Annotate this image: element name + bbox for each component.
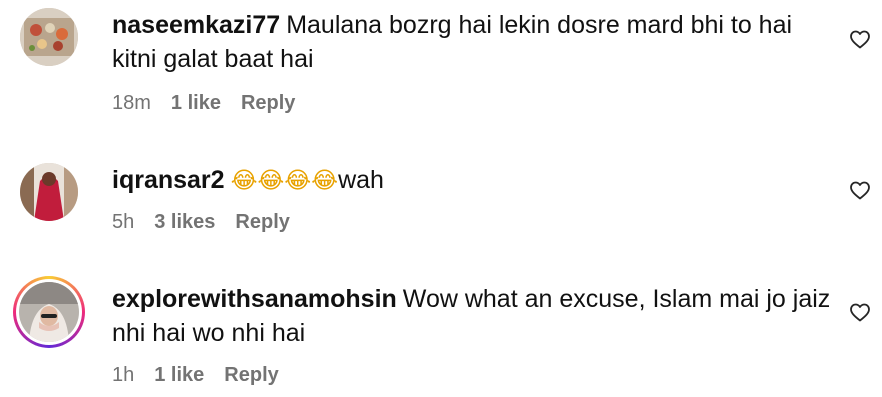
comment-username[interactable]: explorewithsanamohsin (112, 285, 397, 313)
comment-meta: 1h 1 like Reply (112, 364, 299, 387)
comment-meta: 5h 3 likes Reply (112, 211, 310, 234)
avatar-story-ring[interactable] (13, 276, 85, 348)
likes-count[interactable]: 1 like (171, 92, 221, 114)
reply-button[interactable]: Reply (224, 364, 278, 386)
comment-body: wah (338, 166, 384, 194)
comment-text: explorewithsanamohsin Wow what an excuse,… (112, 282, 832, 350)
comment-time: 1h (112, 364, 135, 386)
avatar[interactable] (20, 8, 78, 66)
heart-outline-icon[interactable] (848, 178, 872, 202)
heart-outline-icon[interactable] (848, 300, 872, 324)
laughing-emoji: 😂😂😂😂 (230, 168, 339, 194)
avatar[interactable] (20, 163, 78, 221)
reply-button[interactable]: Reply (235, 211, 289, 233)
likes-count[interactable]: 1 like (154, 364, 204, 386)
avatar (19, 282, 79, 342)
comment-time: 18m (112, 92, 151, 114)
comment-username[interactable]: iqransar2 (112, 166, 225, 194)
reply-button[interactable]: Reply (241, 92, 295, 114)
comment-time: 5h (112, 211, 135, 233)
comment-meta: 18m 1 like Reply (112, 92, 315, 115)
comment-text: iqransar2 😂😂😂😂wah (112, 163, 832, 198)
comment-username[interactable]: naseemkazi77 (112, 11, 280, 39)
heart-outline-icon[interactable] (848, 27, 872, 51)
comment-text: naseemkazi77 Maulana bozrg hai lekin dosr… (112, 8, 832, 76)
likes-count[interactable]: 3 likes (154, 211, 215, 233)
